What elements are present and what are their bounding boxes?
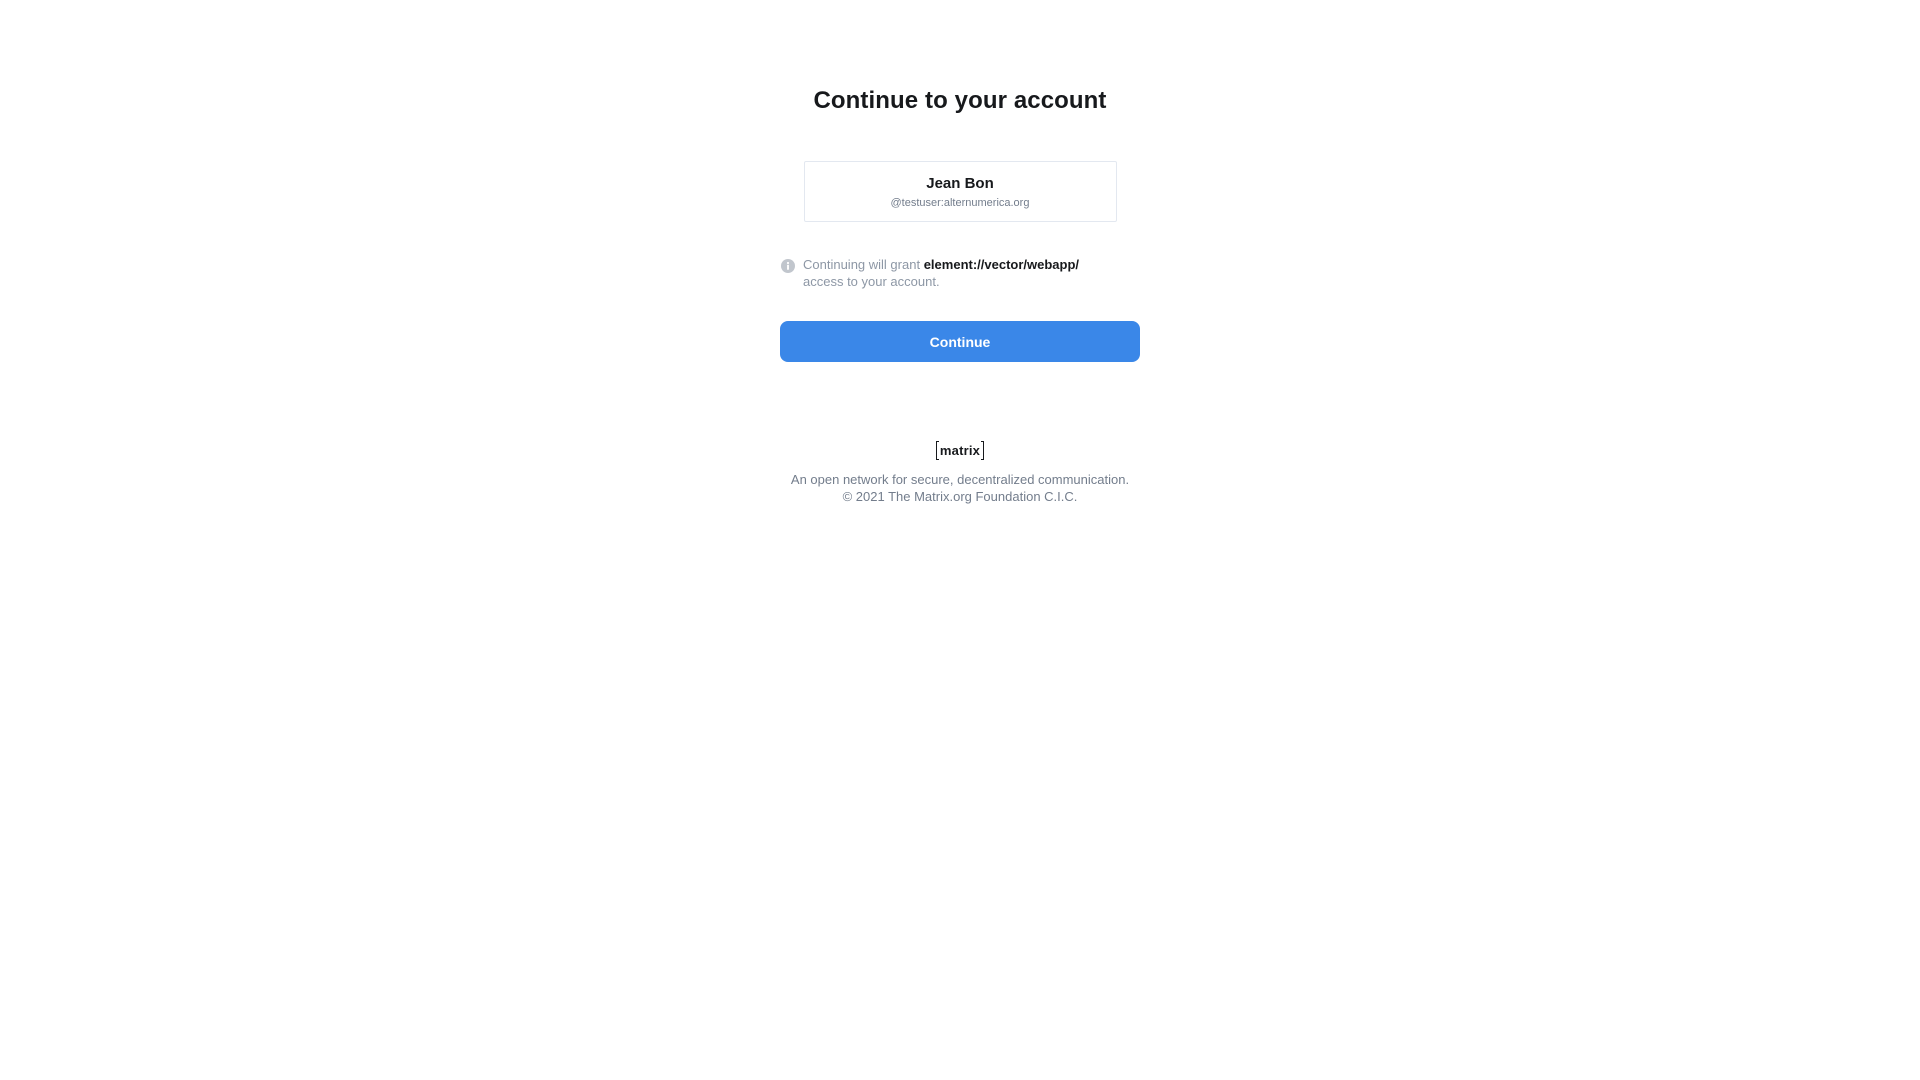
page-title: Continue to your account: [813, 87, 1107, 114]
info-icon: [781, 259, 795, 273]
continue-button[interactable]: Continue: [780, 321, 1140, 362]
footer: matrix An open network for secure, decen…: [791, 440, 1129, 505]
footer-copyright: © 2021 The Matrix.org Foundation C.I.C.: [842, 489, 1078, 504]
grant-prefix: Continuing will grant: [803, 257, 921, 272]
grant-client: element://vector/webapp/: [923, 257, 1080, 272]
account-display-name: Jean Bon: [926, 174, 994, 192]
consent-page: Continue to your account Jean Bon @testu…: [0, 0, 1920, 1080]
grant-notice: Continuing will grant element://vector/w…: [780, 256, 1140, 290]
footer-tagline: An open network for secure, decentralize…: [790, 472, 1130, 487]
account-card: Jean Bon @testuser:alternumerica.org: [803, 161, 1117, 222]
grant-suffix: access to your account.: [803, 274, 940, 289]
account-mxid: @testuser:alternumerica.org: [890, 196, 1030, 209]
matrix-logo[interactable]: matrix: [935, 440, 985, 460]
grant-text: Continuing will grant element://vector/w…: [803, 256, 1079, 290]
logo-right-bracket: [981, 440, 985, 460]
matrix-logo-text: matrix: [939, 442, 981, 458]
consent-container: Continue to your account Jean Bon @testu…: [0, 0, 1920, 505]
